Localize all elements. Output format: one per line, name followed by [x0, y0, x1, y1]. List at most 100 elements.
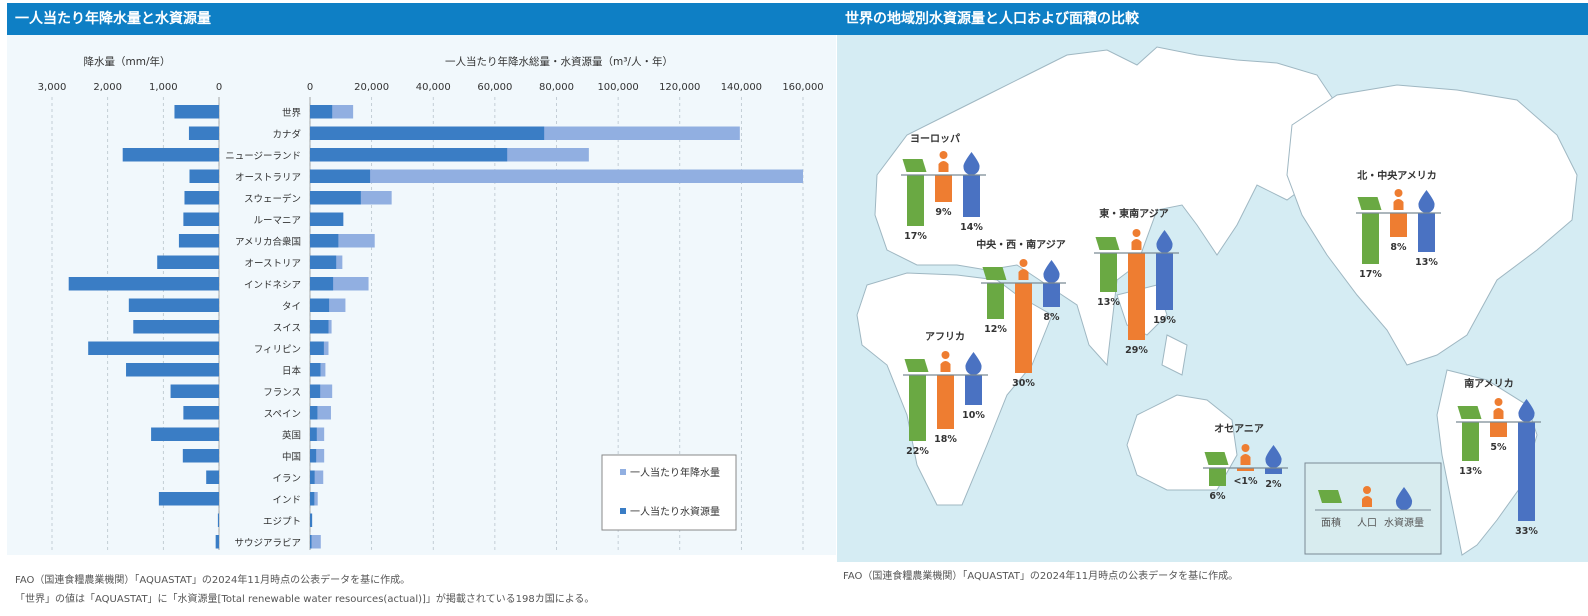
- person-icon: [1493, 408, 1504, 419]
- water-value-label: 19%: [1153, 315, 1176, 326]
- water-bar: [1265, 468, 1282, 474]
- country-label: 英国: [282, 429, 301, 441]
- precip-bar: [151, 427, 219, 441]
- resource-per-capita-bar: [310, 449, 317, 463]
- person-icon: [1393, 199, 1404, 210]
- precip-tick-label: 2,000: [93, 82, 122, 93]
- country-label: インド: [272, 495, 301, 506]
- population-bar: [1490, 422, 1507, 437]
- country-label: カナダ: [272, 128, 301, 140]
- water-drop-icon: [1156, 230, 1173, 253]
- legend-swatch-precip: [620, 469, 626, 475]
- resource-per-capita-bar: [310, 234, 339, 248]
- area-value-label: 22%: [906, 446, 929, 457]
- resource-per-capita-bar: [310, 191, 361, 205]
- area-value-label: 17%: [904, 231, 927, 242]
- precip-bar: [189, 169, 219, 183]
- precip-bar: [178, 234, 219, 248]
- country-label: サウジアラビア: [234, 538, 301, 549]
- resource-per-capita-bar: [310, 406, 318, 420]
- population-value-label: 29%: [1125, 345, 1148, 356]
- country-label: インドネシア: [244, 280, 301, 291]
- water-legend: 一人当たり年降水量一人当たり水資源量: [601, 454, 737, 531]
- country-label: オーストラリア: [235, 172, 301, 183]
- precip-bar: [184, 191, 219, 205]
- precip-axis-title: 降水量（mm/年）: [84, 55, 171, 68]
- population-value-label: 5%: [1490, 442, 1507, 453]
- country-label: 日本: [282, 365, 302, 377]
- precipitation-water-chart: 降水量（mm/年） 3,000 2,000 1,000 0 一人当たり年降水総量・水資源量…: [38, 55, 824, 550]
- area-bar: [1209, 468, 1226, 486]
- area-bar: [909, 375, 926, 441]
- southeast-asia-islands: [1116, 284, 1188, 376]
- left-chart-panel: 降水量（mm/年） 3,000 2,000 1,000 0 一人当たり年降水総量・水資源量…: [7, 35, 836, 555]
- country-label: ニュージーランド: [225, 151, 301, 162]
- person-icon-head: [1019, 259, 1028, 267]
- source-note-left-1: FAO（国連食糧農業機関）「AQUASTAT」の2024年11月時点の公表データ…: [15, 575, 411, 586]
- country-label: タイ: [282, 301, 301, 312]
- area-bar: [987, 283, 1004, 319]
- person-icon: [1131, 239, 1142, 250]
- legend-label: 人口: [1357, 517, 1377, 529]
- population-bar: [935, 175, 952, 202]
- legend-label-resource: 一人当たり水資源量: [630, 505, 720, 518]
- person-icon-head: [939, 151, 948, 159]
- precip-bar: [133, 320, 219, 334]
- water-value-label: 10%: [962, 410, 985, 421]
- person-icon: [1018, 269, 1029, 280]
- country-label: スウェーデン: [244, 193, 301, 205]
- resource-per-capita-bar: [310, 148, 508, 162]
- precip-per-capita-bar: [310, 169, 803, 183]
- country-label: フィリピン: [254, 344, 301, 355]
- area-bar: [907, 175, 924, 226]
- area-bar: [1462, 422, 1479, 461]
- population-value-label: 8%: [1390, 242, 1407, 253]
- region-label: アフリカ: [925, 331, 965, 343]
- region-label: 北・中央アメリカ: [1357, 169, 1437, 182]
- precip-bar: [157, 255, 219, 269]
- resource-per-capita-bar: [310, 255, 337, 269]
- region-label: 南アメリカ: [1464, 377, 1514, 390]
- population-bar: [1390, 213, 1407, 237]
- water-value-label: 2%: [1265, 479, 1282, 490]
- country-label: フランス: [263, 387, 301, 398]
- water-bar: [1518, 422, 1535, 521]
- resource-per-capita-bar: [310, 212, 344, 226]
- region-label: ヨーロッパ: [910, 133, 960, 145]
- legend-swatch-resource: [620, 508, 626, 514]
- area-icon: [902, 159, 927, 172]
- precip-bar: [215, 535, 219, 549]
- water-tick-label: 80,000: [539, 82, 574, 93]
- precip-bar: [126, 363, 219, 377]
- resource-per-capita-bar: [310, 277, 334, 291]
- country-label: アメリカ合衆国: [235, 236, 301, 248]
- country-label: ルーマニア: [253, 215, 301, 226]
- precip-bar: [68, 277, 219, 291]
- precip-bar: [206, 470, 219, 484]
- area-bar: [1100, 253, 1117, 292]
- resource-per-capita-bar: [310, 492, 315, 506]
- water-tick-label: 40,000: [416, 82, 451, 93]
- area-icon: [1457, 406, 1482, 419]
- area-icon: [1095, 237, 1120, 250]
- source-note-right: FAO（国連食糧農業機関）「AQUASTAT」の2024年11月時点の公表データ…: [843, 571, 1239, 582]
- person-icon-head: [1394, 189, 1403, 197]
- country-label: 中国: [282, 451, 301, 463]
- water-bar: [1156, 253, 1173, 310]
- water-tick-label: 100,000: [597, 82, 638, 93]
- world-region-chart: ヨーロッパ 17% 9% 14% 中央・西・南アジア 12% 30% 8% 東・東南アジア 13%…: [856, 46, 1578, 556]
- region-label: 東・東南アジア: [1099, 207, 1169, 220]
- area-icon: [982, 267, 1007, 280]
- water-bar: [1043, 283, 1060, 307]
- right-chart-panel: ヨーロッパ 17% 9% 14% 中央・西・南アジア 12% 30% 8% 東・東南アジア 13%…: [837, 35, 1588, 562]
- area-icon: [1204, 452, 1229, 465]
- area-value-label: 13%: [1097, 297, 1120, 308]
- legend-label: 水資源量: [1384, 516, 1424, 529]
- precip-per-capita-bar: [310, 535, 321, 549]
- precip-bar: [174, 105, 219, 119]
- legend-box: [1304, 462, 1442, 555]
- region-label: 中央・西・南アジア: [976, 238, 1066, 251]
- left-panel-title: 一人当たり年降水量と水資源量: [7, 3, 837, 35]
- country-label: スペイン: [264, 409, 301, 420]
- precip-bar: [188, 126, 219, 140]
